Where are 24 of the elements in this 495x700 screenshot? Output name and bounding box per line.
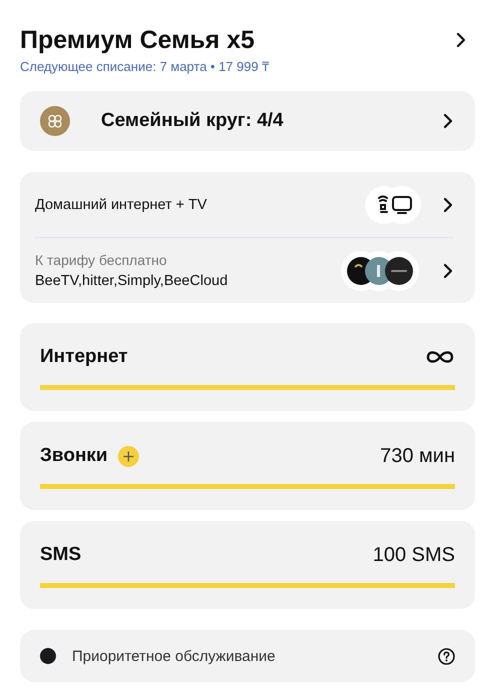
service-row[interactable]: К тарифу бесплатно BeeTV,hitter,Simply,BeeCloud: [35, 238, 453, 303]
chevron-icon[interactable]: [443, 113, 453, 129]
chevron-icon[interactable]: [443, 262, 453, 278]
service-row[interactable]: Домашний интернет + TV: [35, 172, 453, 237]
family-circle-card[interactable]: Семейный круг: 4/4: [20, 91, 475, 151]
family-icon: [40, 106, 70, 136]
router-and-tv-icon: [365, 186, 421, 224]
service-label: Домашний интернет + TV: [35, 196, 208, 212]
usage-title: SMS: [40, 544, 82, 566]
usage-amount: 100 SMS: [372, 544, 455, 566]
chevron-icon[interactable]: [443, 196, 453, 212]
service-caption: К тарифу бесплатно: [35, 252, 168, 268]
service-logos-icon: [341, 250, 421, 290]
plus-icon[interactable]: [118, 446, 139, 466]
usage-title: Интернет: [40, 346, 128, 368]
priority-service-label: Приоритетное обслуживание: [72, 648, 276, 664]
plan-title: Премиум Семья x5: [20, 25, 255, 56]
usage-title: Звонки: [40, 445, 108, 467]
usage-amount: 730 мин: [380, 444, 455, 468]
service-label: BeeTV,hitter,Simply,BeeCloud: [35, 273, 229, 289]
chevron-icon[interactable]: [456, 32, 466, 48]
next-payment-text: Следующее списание: 7 марта • 17 999 ₸: [20, 58, 269, 75]
family-circle-label: Семейный круг: 4/4: [101, 110, 284, 132]
help-icon[interactable]: [438, 648, 455, 664]
